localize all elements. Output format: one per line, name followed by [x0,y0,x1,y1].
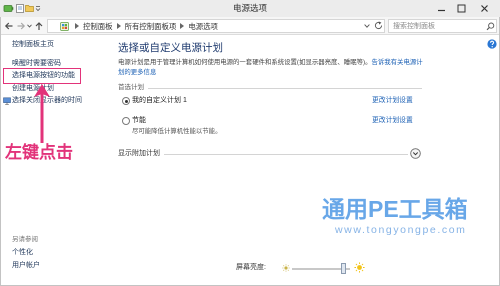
page-heading: 选择或自定义电源计划 [118,42,223,54]
search-box[interactable] [388,19,497,33]
plan-description: 电源计划是用于管理计算机如何使用电源的一套硬件和系统设置(如显示器亮度、睡眠等)… [118,58,423,77]
back-arrow-icon[interactable] [4,21,14,31]
breadcrumb-item-power-options[interactable]: 电源选项 [188,21,218,32]
search-icon[interactable] [486,22,495,31]
see-also-link-user-accounts[interactable]: 用户帐户 [12,262,40,270]
plan-description-text: 电源计划是用于管理计算机如何使用电源的一套硬件和系统设置(如显示器亮度、睡眠等)… [118,59,372,66]
breadcrumb: 控制面板 所有控制面板项 电源选项 [60,20,218,32]
change-plan-settings-link-power-saver[interactable]: 更改计划设置 [372,117,413,125]
maximize-button[interactable] [451,0,471,17]
maximize-icon [457,4,465,13]
minimize-button[interactable] [431,0,451,17]
breadcrumb-item-control-panel[interactable]: 控制面板 [83,21,113,32]
help-icon[interactable] [487,39,497,49]
close-icon [481,5,488,12]
control-panel-icon [60,21,69,31]
expand-chevron-icon[interactable] [410,148,421,159]
show-additional-plans-label[interactable]: 显示附加计划 [118,150,160,158]
sidebar-link-require-password-on-wakeup[interactable]: 唤醒时需要密码 [12,60,61,68]
brightness-slider-thumb[interactable] [340,263,346,274]
plan-name-power-saver[interactable]: 节能 [132,117,146,125]
forward-arrow-icon[interactable] [16,21,26,31]
preferred-plans-divider [148,88,422,89]
breadcrumb-separator-icon[interactable] [116,23,121,29]
address-dropdown-icon[interactable] [364,24,370,28]
sidebar-link-control-panel-home[interactable]: 控制面板主页 [12,41,54,49]
plan-description-power-saver: 尽可能降低计算机性能以节能。 [132,128,222,135]
radio-selected-dot [124,99,128,103]
watermark-title: 通用PE工具箱 [322,196,468,222]
screen-brightness-label: 屏幕亮度: [236,264,266,271]
change-plan-settings-link-custom-1[interactable]: 更改计划设置 [372,97,413,105]
refresh-icon[interactable] [374,21,383,30]
watermark-url: www.tongyongpe.com [335,224,467,236]
dim-sun-icon [282,264,290,272]
plan-radio-power-saver[interactable] [122,117,130,125]
search-input[interactable] [393,21,479,31]
bright-sun-icon [354,262,365,273]
preferred-plans-heading: 首选计划 [118,84,144,91]
monitor-icon [3,97,11,105]
close-button[interactable] [471,0,498,17]
annotation-arrow-icon [34,84,50,143]
breadcrumb-item-all-items[interactable]: 所有控制面板项 [125,21,177,32]
see-also-heading: 另请参阅 [12,236,38,243]
annotation-highlight-box [3,68,81,84]
breadcrumb-separator-icon[interactable] [180,23,185,29]
plan-radio-custom-1[interactable] [122,97,130,105]
recent-locations-icon[interactable] [27,24,32,28]
annotation-callout-text: 左键点击 [5,143,73,163]
power-options-window: 电源选项 控制面板 所有控制面板项 电源选项 搜索控制面板 控制面板主页 唤醒时… [0,0,500,286]
up-arrow-icon[interactable] [34,21,44,31]
see-also-link-personalization[interactable]: 个性化 [12,249,33,257]
additional-plans-divider [164,154,408,155]
breadcrumb-separator-icon[interactable] [75,23,79,29]
window-title: 电源选项 [232,3,267,13]
plan-name-custom-1[interactable]: 我的自定义计划 1 [132,97,187,105]
minimize-icon [437,9,445,12]
